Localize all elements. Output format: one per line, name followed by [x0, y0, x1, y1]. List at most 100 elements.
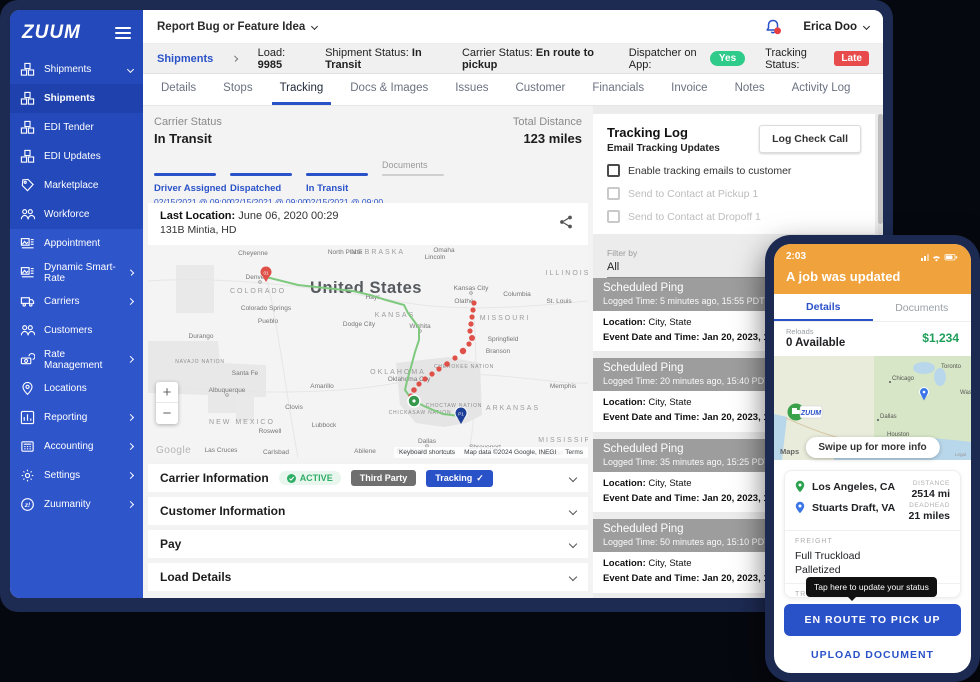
share-icon[interactable]	[558, 214, 574, 230]
accordion-load-details[interactable]: Load Details	[148, 563, 588, 591]
reloads-value: 0 Available	[786, 337, 846, 349]
status-tooltip: Tap here to update your status	[806, 577, 937, 601]
topbar: Report Bug or Feature Idea Erica Doo	[143, 10, 883, 44]
accordion-carrier-information[interactable]: Carrier Information ACTIVE Third Party T…	[148, 464, 588, 492]
sidebar-item-edi-updates[interactable]: EDI Updates	[10, 142, 143, 171]
map-state-label: ARKANSAS	[486, 405, 540, 412]
sidebar-item-appointment[interactable]: Appointment	[10, 229, 143, 258]
phone-map[interactable]: Chicago Toronto Dallas Houston Wash ZUU	[774, 356, 971, 460]
map-state-label: OKLAHOMA	[370, 369, 426, 376]
tab-docs-images[interactable]: Docs & Images	[350, 73, 428, 105]
boxes-icon	[20, 62, 35, 77]
zoom-out-button[interactable]: −	[156, 403, 178, 424]
map-city-label: Abilene	[354, 448, 376, 455]
notification-bell-icon[interactable]	[764, 18, 783, 36]
phone-notification-header: 2:03 A job was updated	[774, 244, 971, 294]
maps-attribution: Maps	[780, 447, 800, 456]
app-window: ZUUM Shipments Shipments EDI Tender EDI …	[0, 0, 893, 612]
tracking-badge: Tracking ✓	[426, 469, 493, 487]
map-city-label: Colorado Springs	[241, 305, 292, 312]
tracking-log-title: Tracking Log	[607, 125, 688, 140]
map-city-label: Santa Fe	[232, 370, 259, 377]
upload-document-link[interactable]: UPLOAD DOCUMENT	[784, 649, 961, 661]
map-state-label: MISSOURI	[480, 315, 531, 322]
tab-customer[interactable]: Customer	[515, 73, 565, 105]
accordion-pay[interactable]: Pay	[148, 530, 588, 558]
sidebar-item-locations[interactable]: Locations	[10, 374, 143, 403]
terms-link[interactable]: Terms	[565, 449, 583, 456]
checkbox-send-pickup-contact: Send to Contact at Pickup 1	[607, 187, 861, 200]
mobile-app-preview: 2:03 A job was updated Details Documents…	[765, 235, 980, 682]
sidebar-item-carriers[interactable]: Carriers	[10, 287, 143, 316]
distance-label: DISTANCE	[912, 480, 950, 487]
bar-chart-icon	[20, 410, 35, 425]
tab-stops[interactable]: Stops	[223, 73, 252, 105]
tab-invoice[interactable]: Invoice	[671, 73, 707, 105]
map-state-label: ILLINOIS	[546, 270, 588, 277]
map-city-label: Dodge City	[343, 321, 376, 328]
load-number: Load: 9985	[257, 46, 286, 71]
tab-notes[interactable]: Notes	[735, 73, 765, 105]
sidebar-item-rate-management[interactable]: Rate Management	[10, 345, 143, 374]
sidebar-item-reporting[interactable]: Reporting	[10, 403, 143, 432]
chevron-right-icon	[126, 471, 135, 480]
breadcrumb[interactable]: Shipments	[157, 53, 213, 65]
sidebar-item-marketplace[interactable]: Marketplace	[10, 171, 143, 200]
phone-tab-details[interactable]: Details	[774, 294, 873, 321]
tab-details[interactable]: Details	[161, 73, 196, 105]
map-state-label: COLORADO	[230, 288, 286, 295]
third-party-badge: Third Party	[350, 470, 417, 486]
sidebar-item-customers[interactable]: Customers	[10, 316, 143, 345]
keyboard-shortcuts-link[interactable]: Keyboard shortcuts	[399, 449, 455, 456]
sidebar-item-settings[interactable]: Settings	[10, 461, 143, 490]
tracking-status-badge: Late	[834, 51, 869, 66]
dropoff-stop: Stuarts Draft, VA	[795, 501, 895, 514]
en-route-to-pickup-button[interactable]: EN ROUTE TO PICK UP	[784, 604, 961, 636]
carrier-status: Carrier Status: En route to pickup	[461, 46, 594, 71]
tab-financials[interactable]: Financials	[592, 73, 644, 105]
checkbox-icon	[607, 187, 620, 200]
sidebar-item-accounting[interactable]: Accounting	[10, 432, 143, 461]
checkbox-icon[interactable]	[607, 164, 620, 177]
check-circle-icon	[286, 473, 296, 483]
map-data-attribution: Map data ©2024 Google, INEGI	[464, 449, 557, 456]
checkbox-enable-tracking-emails[interactable]: Enable tracking emails to customer	[607, 164, 861, 177]
sidebar-item-shipments[interactable]: Shipments	[10, 84, 143, 113]
map-city-label: Roswell	[259, 428, 282, 435]
report-bug-menu[interactable]: Report Bug or Feature Idea	[157, 21, 319, 33]
freight-label: FREIGHT	[795, 538, 833, 545]
tab-issues[interactable]: Issues	[455, 73, 488, 105]
boxes-icon	[20, 149, 35, 164]
tab-tracking[interactable]: Tracking	[271, 73, 331, 105]
map-card: Last Location: June 06, 2020 00:29 131B …	[148, 203, 588, 458]
freight-value: Full Truckload	[795, 550, 861, 562]
legal-link[interactable]: Legal	[955, 452, 966, 457]
tracking-status: Tracking Status: Late	[765, 47, 869, 71]
sidebar-item-zuumanity[interactable]: Zuumanity	[10, 490, 143, 519]
map-pin-icon	[20, 381, 35, 396]
deadhead-value: 21 miles	[908, 510, 950, 522]
money-icon	[20, 352, 35, 367]
tag-icon	[20, 178, 35, 193]
zoom-in-button[interactable]: +	[156, 382, 178, 403]
chevron-down-icon	[862, 22, 871, 31]
map-city-label: Durango	[189, 333, 214, 340]
map-city-label: Springfield	[488, 336, 519, 343]
truck-location-marker: ZUUM	[787, 403, 823, 421]
shipment-status-bar: Shipments Load: 9985 Shipment Status: In…	[143, 44, 883, 74]
map-city-label: North Platte	[328, 249, 363, 256]
phone-tab-documents[interactable]: Documents	[873, 294, 972, 321]
accordion-customer-information[interactable]: Customer Information	[148, 497, 588, 525]
menu-icon[interactable]	[115, 24, 131, 42]
phone-clock: 2:03	[786, 251, 807, 262]
sidebar-item-dynamic-smart-rate[interactable]: Dynamic Smart-Rate	[10, 258, 143, 287]
sidebar-item-shipments-group[interactable]: Shipments	[10, 55, 143, 84]
map-city-label: Lincoln	[425, 254, 446, 261]
sidebar-item-workforce[interactable]: Workforce	[10, 200, 143, 229]
swipe-up-hint[interactable]: Swipe up for more info	[805, 437, 940, 458]
tracking-map[interactable]: United States NEBRASKA COLORADO KANSAS M…	[148, 245, 588, 458]
log-check-call-button[interactable]: Log Check Call	[759, 125, 861, 153]
user-menu[interactable]: Erica Doo	[803, 21, 871, 33]
tab-activity-log[interactable]: Activity Log	[792, 73, 851, 105]
sidebar-item-edi-tender[interactable]: EDI Tender	[10, 113, 143, 142]
